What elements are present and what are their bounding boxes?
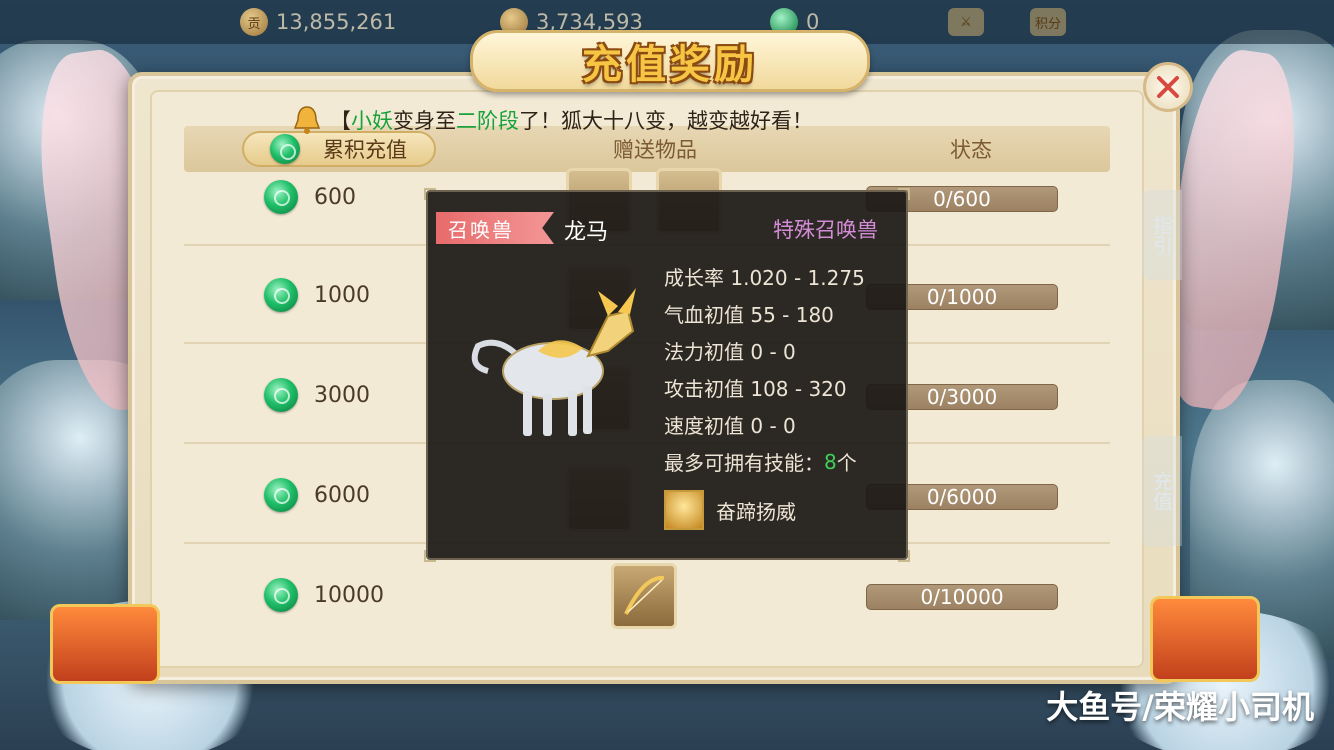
recharge-amount: 6000 — [314, 482, 370, 508]
skill-icon — [664, 490, 704, 530]
attack-initial: 攻击初值 108 - 320 — [664, 377, 847, 401]
skill-name: 奋蹄扬威 — [716, 499, 796, 524]
notice-bracket: 【 — [330, 109, 351, 133]
battle-icon[interactable]: ⚔ — [948, 8, 984, 36]
silver-amount: 13,855,261 — [276, 10, 397, 34]
silver-coin-icon: 贡 — [240, 8, 268, 36]
close-button[interactable] — [1143, 62, 1193, 112]
max-skills-label: 最多可拥有技能： — [664, 451, 824, 475]
pet-type: 特殊召唤兽 — [773, 218, 878, 242]
announcement: 【小妖变身至二阶段了！狐大十八变，越变越好看！ — [290, 98, 813, 142]
points-button[interactable]: 积分 — [1030, 8, 1066, 36]
jade-icon — [264, 578, 298, 612]
announcement-text: 【小妖变身至二阶段了！狐大十八变，越变越好看！ — [330, 105, 813, 135]
close-icon — [1157, 76, 1179, 98]
notice-player-name[interactable]: 小妖 — [351, 109, 393, 133]
recharge-amount: 600 — [314, 184, 356, 210]
progress-status: 0/10000 — [866, 584, 1058, 610]
jade-icon — [264, 378, 298, 412]
mp-initial: 法力初值 0 - 0 — [664, 340, 796, 364]
title-plate: 充值奖励 — [470, 30, 870, 92]
page-title: 充值奖励 — [582, 42, 758, 88]
dragon-horse-image — [471, 288, 636, 436]
pet-stats: 成长率 1.020 - 1.275 气血初值 55 - 180 法力初值 0 -… — [664, 258, 865, 480]
hp-initial: 气血初值 55 - 180 — [664, 303, 834, 327]
bow-icon — [624, 575, 665, 615]
treasure-chest-right — [1150, 596, 1260, 682]
max-skills: 最多可拥有技能： 8 个 — [664, 443, 865, 480]
tooltip-corner — [424, 550, 436, 562]
silver-currency: 贡 13,855,261 — [240, 8, 396, 36]
max-skills-count: 8 — [824, 449, 837, 474]
jade-icon — [264, 478, 298, 512]
recharge-amount: 3000 — [314, 382, 370, 408]
speed-initial: 速度初值 0 - 0 — [664, 414, 796, 438]
pet-name: 龙马 — [564, 220, 609, 245]
max-skills-unit: 个 — [836, 451, 857, 475]
tooltip-corner — [898, 550, 910, 562]
pet-skill[interactable]: 奋蹄扬威 — [664, 490, 796, 530]
bell-icon — [293, 106, 321, 134]
tooltip-corner — [424, 188, 436, 200]
gift-item-weapon[interactable] — [611, 563, 677, 629]
notice-text-part1: 变身至 — [393, 109, 456, 133]
side-tab-recharge[interactable]: 充值 — [1142, 436, 1182, 546]
side-tab-guide[interactable]: 指引 — [1142, 190, 1182, 280]
watermark: 大鱼号/荣耀小司机 — [1046, 688, 1314, 726]
recharge-amount: 10000 — [314, 582, 384, 608]
notice-text-part2: 了！狐大十八变，越变越好看！ — [519, 109, 813, 133]
recharge-amount: 1000 — [314, 282, 370, 308]
treasure-chest-left — [50, 604, 160, 684]
tooltip-corner — [898, 188, 910, 200]
jade-icon — [264, 278, 298, 312]
summon-beast-tag: 召唤兽 — [436, 212, 554, 244]
jade-icon — [264, 180, 298, 214]
pet-tooltip: 召唤兽 龙马 特殊召唤兽 成长率 1.020 - 1.275 气血初值 55 -… — [424, 188, 910, 562]
growth-rate: 成长率 1.020 - 1.275 — [664, 266, 865, 290]
notice-stage: 二阶段 — [456, 109, 519, 133]
